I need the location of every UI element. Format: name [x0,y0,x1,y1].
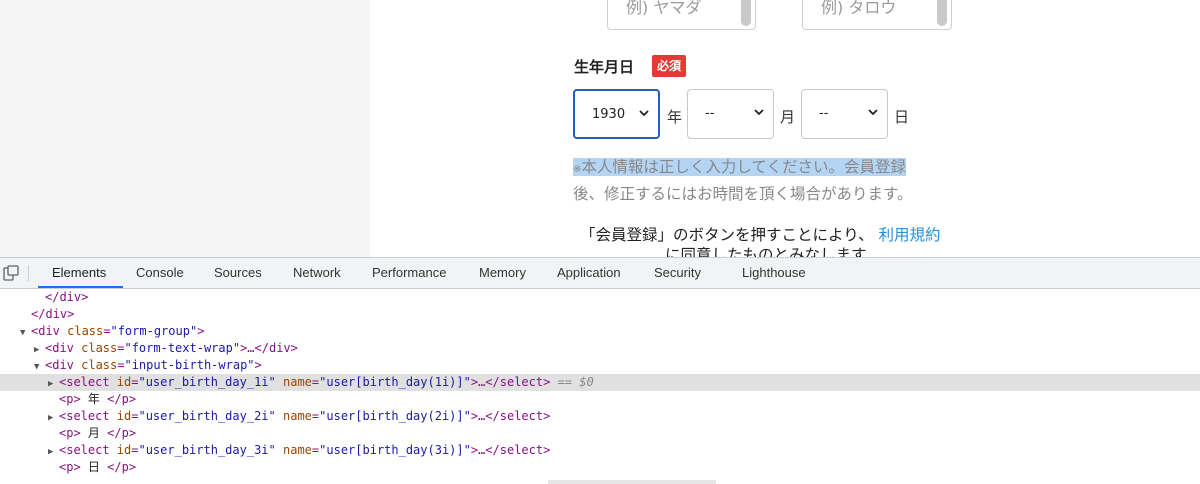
tab-lighthouse[interactable]: Lighthouse [742,258,806,288]
tab-application[interactable]: Application [557,258,621,288]
tab-sources[interactable]: Sources [214,258,262,288]
dom-row[interactable]: <p> 年 </p> [0,391,1200,408]
dom-row[interactable]: ▶ <select id="user_birth_day_2i" name="us… [0,408,1200,425]
year-unit: 年 [667,108,683,126]
device-toggle-icon[interactable] [3,265,19,281]
birth-month-select[interactable]: -- [687,89,774,139]
active-tab-indicator [38,286,123,288]
dom-row-selected[interactable]: ▶ <select id="user_birth_day_1i" name="us… [0,374,1200,391]
dom-row[interactable]: <p> 月 </p> [0,425,1200,442]
birth-year-select[interactable]: 1930 [573,89,660,139]
devtools-panel: Elements Console Sources Network Perform… [0,257,1200,484]
dom-row[interactable]: ▼ <div class="form-group"> [0,323,1200,340]
dom-row[interactable]: </div> [0,289,1200,306]
required-badge: 必須 [652,55,686,77]
notice-text: 後、修正するにはお時間を頂く場合があります。 [573,185,913,203]
birth-date-label: 生年月日 [574,58,635,76]
day-unit: 日 [894,108,910,126]
chevron-down-icon [639,110,649,117]
input-scrollbar[interactable] [741,0,751,26]
agreement-text-2: に同意したものとみなします [665,246,867,257]
tab-security[interactable]: Security [654,258,701,288]
input-scrollbar[interactable] [937,0,947,26]
last-name-kana-input[interactable]: 例) ヤマダ [607,0,756,30]
birth-month-value: -- [705,106,715,121]
agreement-text: 「会員登録」のボタンを押すことにより、 利用規約 [580,226,941,244]
page-viewport: 例) ヤマダ 例) タロウ 生年月日 必須 1930 年 -- 月 -- 日 ※… [0,0,1200,257]
tab-console[interactable]: Console [136,258,184,288]
tab-separator [28,265,29,281]
horizontal-scrollbar[interactable] [548,480,716,484]
last-name-placeholder: 例) ヤマダ [626,0,702,17]
birth-day-select[interactable]: -- [801,89,888,139]
first-name-kana-input[interactable]: 例) タロウ [802,0,952,30]
dom-row[interactable]: ▶ <select id="user_birth_day_3i" name="us… [0,442,1200,459]
dom-row[interactable]: <p> 日 </p> [0,459,1200,476]
dom-row[interactable]: ▶ <div class="form-text-wrap">…</div> [0,340,1200,357]
first-name-placeholder: 例) タロウ [821,0,897,17]
terms-link[interactable]: 利用規約 [879,226,941,244]
tab-elements[interactable]: Elements [52,258,106,288]
birth-day-value: -- [819,106,829,121]
input-notice: ※本人情報は正しく入力してください。会員登録 後、修正するにはお時間を頂く場合が… [573,155,963,206]
devtools-tabbar: Elements Console Sources Network Perform… [0,258,1200,289]
month-unit: 月 [780,108,796,126]
dom-row[interactable]: ▼ <div class="input-birth-wrap"> [0,357,1200,374]
notice-highlighted-text: ※本人情報は正しく入力してください。会員登録 [573,158,906,176]
form-column [370,0,1200,257]
tab-performance[interactable]: Performance [372,258,446,288]
chevron-down-icon [754,109,764,116]
tab-memory[interactable]: Memory [479,258,526,288]
birth-year-value: 1930 [592,107,626,122]
dom-row[interactable]: </div> [0,306,1200,323]
tab-network[interactable]: Network [293,258,341,288]
chevron-down-icon [868,109,878,116]
dom-tree[interactable]: </div> </div> ▼ <div class="form-group"> … [0,289,1200,479]
